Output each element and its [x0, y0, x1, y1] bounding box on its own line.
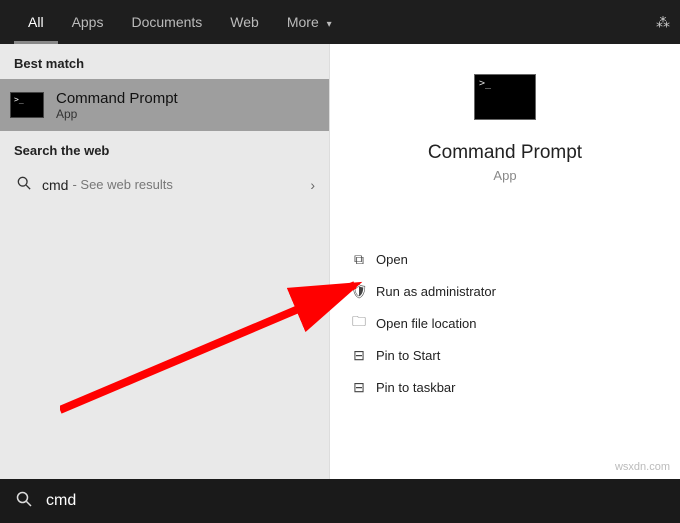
action-run-as-administrator[interactable]: 🛡 Run as administrator	[346, 275, 664, 307]
action-pin-to-start[interactable]: ⊟ Pin to Start	[346, 339, 664, 371]
best-match-item[interactable]: Command Prompt App	[0, 79, 329, 131]
watermark-text: wsxdn.com	[615, 461, 670, 473]
tab-web[interactable]: Web	[216, 0, 273, 44]
action-label: Run as administrator	[376, 284, 496, 299]
action-open-file-location[interactable]: 🗀 Open file location	[346, 307, 664, 339]
search-icon	[16, 491, 32, 512]
results-panel: Best match Command Prompt App Search the…	[0, 44, 330, 479]
folder-icon: 🗀	[346, 311, 372, 335]
command-prompt-icon	[10, 92, 44, 118]
search-input[interactable]	[46, 492, 664, 510]
tab-apps[interactable]: Apps	[58, 0, 118, 44]
action-label: Pin to taskbar	[376, 380, 456, 395]
search-icon	[14, 176, 34, 193]
search-bar	[0, 479, 680, 523]
open-icon: ⧉	[346, 251, 372, 268]
best-match-text: Command Prompt App	[56, 90, 178, 121]
actions-list: ⧉ Open 🛡 Run as administrator 🗀 Open fil…	[330, 243, 680, 403]
web-query-text: cmd	[42, 177, 68, 193]
action-label: Open file location	[376, 316, 476, 331]
tab-more-label: More	[287, 14, 319, 30]
web-hint-text: - See web results	[72, 177, 172, 192]
feedback-icon[interactable]: ⁂	[646, 14, 680, 31]
best-match-heading: Best match	[0, 44, 329, 79]
shield-icon: 🛡	[346, 283, 372, 300]
tab-more[interactable]: More ▾	[273, 0, 346, 44]
action-label: Pin to Start	[376, 348, 440, 363]
chevron-right-icon: ›	[310, 177, 315, 193]
preview-title: Command Prompt	[330, 142, 680, 164]
search-web-item[interactable]: cmd - See web results ›	[0, 166, 329, 203]
search-filter-bar: All Apps Documents Web More ▾ ⁂	[0, 0, 680, 44]
pin-start-icon: ⊟	[346, 347, 372, 364]
preview-panel: Command Prompt App ⧉ Open 🛡 Run as admin…	[330, 44, 680, 479]
action-pin-to-taskbar[interactable]: ⊟ Pin to taskbar	[346, 371, 664, 403]
action-open[interactable]: ⧉ Open	[346, 243, 664, 275]
tab-documents[interactable]: Documents	[117, 0, 216, 44]
search-web-heading: Search the web	[0, 131, 329, 166]
pin-taskbar-icon: ⊟	[346, 379, 372, 396]
tab-all[interactable]: All	[14, 0, 58, 44]
main-content: Best match Command Prompt App Search the…	[0, 44, 680, 479]
preview-subtitle: App	[330, 168, 680, 183]
action-label: Open	[376, 252, 408, 267]
preview-command-prompt-icon	[474, 74, 536, 120]
best-match-title: Command Prompt	[56, 90, 178, 107]
best-match-subtitle: App	[56, 107, 178, 121]
chevron-down-icon: ▾	[327, 19, 332, 30]
